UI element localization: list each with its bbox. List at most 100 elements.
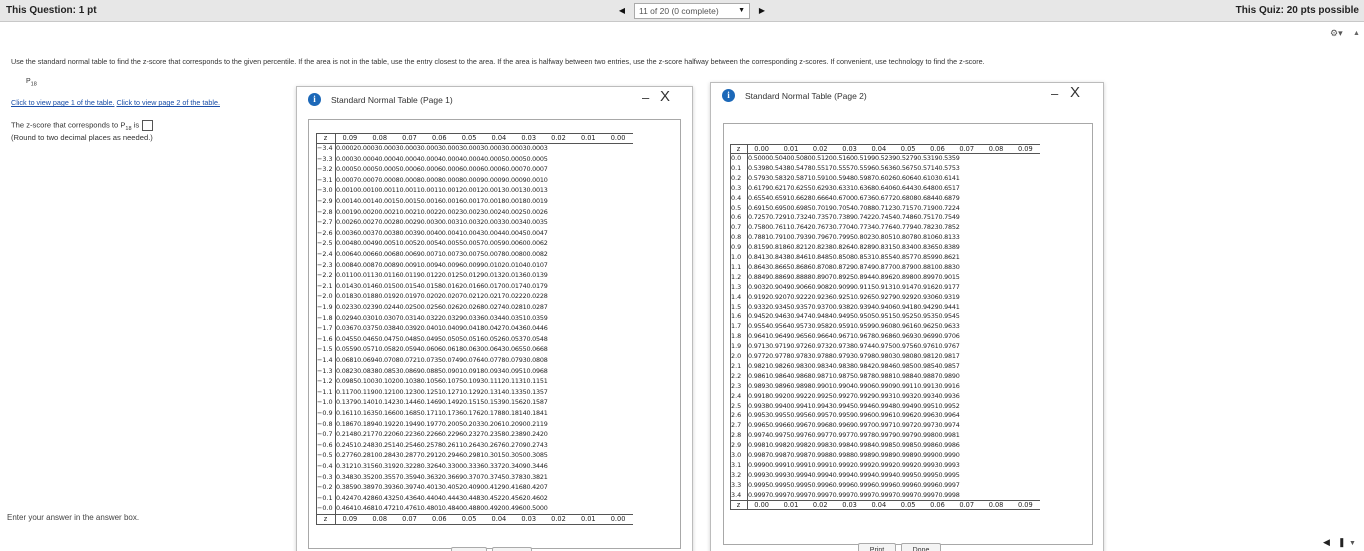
table-row-z: −3.4: [317, 144, 333, 152]
header-col-7: 0.03: [521, 134, 537, 142]
top-bar: This Question: 1 pt ◀ 11 of 20 (0 comple…: [0, 0, 1364, 22]
header-col-6: 0.05: [900, 145, 916, 153]
header-col-10: 0.00: [610, 134, 626, 142]
table-row-z: −2.7: [317, 218, 333, 227]
table-row-values: 0.31210.31560.31920.32280.32640.33000.33…: [336, 462, 548, 470]
table-row-values: 0.69150.69500.69850.70190.70540.70880.71…: [748, 203, 960, 212]
table-row-values: 0.99970.99970.99970.99970.99970.99970.99…: [748, 490, 960, 499]
caret-down-icon: ▼: [738, 7, 745, 14]
table-row-z: −2.3: [317, 260, 333, 269]
answer-prompt-suffix: is: [131, 120, 140, 130]
header-col-1: 0.00: [754, 145, 769, 153]
minimize-button[interactable]: –: [642, 90, 649, 105]
view-table-page-2-link[interactable]: Click to view page 2 of the table.: [116, 98, 219, 107]
dialog-button-right[interactable]: [492, 547, 532, 551]
table-row-values: 0.78810.79100.79390.79670.79950.80230.80…: [748, 233, 960, 242]
print-button[interactable]: Print: [858, 543, 896, 551]
question-progress-dropdown[interactable]: 11 of 20 (0 complete) ▼: [634, 3, 750, 19]
table-row-z: 0.0: [731, 154, 742, 162]
table-row-z: 3.4: [731, 490, 742, 499]
close-button[interactable]: X: [660, 88, 670, 105]
done-button[interactable]: Done: [901, 543, 941, 551]
footer-col-4: 0.03: [842, 500, 857, 509]
table-row-values: 0.01430.01460.01500.01540.01580.01620.01…: [336, 281, 548, 290]
table-row-values: 0.53980.54380.54780.55170.55570.55960.56…: [748, 163, 960, 172]
table-row-values: 0.81590.81860.82120.82380.82640.82890.83…: [748, 243, 960, 252]
header-col-3: 0.02: [812, 145, 828, 153]
table-row-z: −0.0: [317, 504, 333, 513]
table-row-values: 0.00840.00870.00890.00910.00940.00960.00…: [336, 260, 548, 269]
table-row-z: −0.1: [317, 493, 333, 502]
table-row-z: 2.9: [731, 441, 742, 450]
table-links: Click to view page 1 of the table. Click…: [11, 98, 220, 107]
scroll-up-icon[interactable]: ▲: [1353, 30, 1360, 37]
table-row-values: 0.08230.08380.08530.08690.08850.09010.09…: [336, 366, 548, 375]
table-row-z: −0.3: [317, 472, 333, 481]
table-row-values: 0.97720.97780.97830.97880.97930.97980.98…: [748, 352, 960, 360]
table-row-z: 2.0: [731, 352, 742, 360]
table-row-values: 0.99930.99930.99940.99940.99940.99940.99…: [748, 470, 960, 479]
answer-prompt-prefix: The z-score that corresponds to P: [11, 120, 126, 130]
table-row-z: −1.0: [317, 398, 333, 407]
previous-question-button[interactable]: ◀: [612, 3, 632, 19]
header-col-5: 0.05: [461, 134, 477, 142]
table-row-z: 1.3: [731, 282, 742, 291]
quiz-points-label: This Quiz: 20 pts possible: [1235, 5, 1359, 16]
table-row-values: 0.46410.46810.47210.47610.48010.48400.48…: [336, 504, 548, 513]
table-row-z: −3.3: [317, 154, 333, 163]
nav-dropdown-icon[interactable]: ▼: [1349, 540, 1356, 547]
close-button[interactable]: X: [1070, 84, 1080, 101]
question-instructions: Use the standard normal table to find th…: [11, 57, 985, 66]
header-col-2: 0.08: [372, 134, 388, 142]
table-row-z: 1.8: [731, 332, 742, 341]
header-col-6: 0.04: [491, 134, 507, 142]
table-row-z: −3.1: [317, 175, 333, 184]
view-table-page-1-link[interactable]: Click to view page 1 of the table.: [11, 98, 114, 107]
table-row-z: 2.5: [731, 401, 742, 410]
footer-col-8: 0.07: [959, 500, 975, 509]
footer-col-7: 0.03: [521, 515, 537, 523]
standard-normal-table-page2: z 0.00 0.01 0.02 0.03 0.04 0.05 0.06 0.07 0.08 0.0…: [730, 144, 1046, 524]
table-scroll-frame[interactable]: z 0.00 0.01 0.02 0.03 0.04 0.05 0.06 0.07 0.08 0.0…: [723, 123, 1093, 545]
header-col-5: 0.04: [871, 145, 887, 153]
table-row-values: 0.27760.28100.28430.28770.29120.29460.29…: [336, 451, 548, 460]
table-row-z: 1.9: [731, 342, 742, 351]
nav-left-icon[interactable]: ◀: [1323, 537, 1330, 548]
answer-prompt: The z-score that corresponds to P18 is: [11, 120, 154, 132]
table-row-z: −1.6: [317, 334, 333, 343]
answer-input[interactable]: [142, 120, 154, 131]
table-scroll-frame[interactable]: z 0.09 0.08 0.07 0.06 0.05 0.04 0.03 0.02 0.01 0.0…: [308, 119, 681, 549]
table-row-values: 0.00190.00200.00210.00210.00220.00230.00…: [336, 207, 548, 216]
table-row-values: 0.00480.00490.00510.00520.00540.00550.00…: [336, 239, 548, 248]
table-row-values: 0.93320.93450.93570.93700.93820.93940.94…: [748, 302, 960, 311]
table-row-z: 1.7: [731, 322, 742, 331]
percentile-subscript: 18: [30, 81, 37, 88]
minimize-button[interactable]: –: [1051, 86, 1058, 101]
dialog-button-left[interactable]: [451, 547, 487, 551]
table-row-z: 1.6: [731, 312, 742, 321]
footer-col-10: 0.09: [1017, 500, 1033, 509]
header-col-9: 0.08: [988, 145, 1004, 153]
rounding-note: (Round to two decimal places as needed.): [11, 133, 153, 142]
table-row-values: 0.06810.06940.07080.07210.07350.07490.07…: [336, 356, 548, 364]
footer-col-1: 0.09: [342, 515, 358, 523]
table-row-values: 0.00100.00100.00110.00110.00110.00120.00…: [336, 186, 548, 195]
next-question-button[interactable]: ▶: [752, 3, 772, 19]
gear-icon[interactable]: ⚙▾: [1330, 28, 1343, 39]
table-row-values: 0.99900.99910.99910.99910.99920.99920.99…: [748, 460, 960, 469]
table-row-z: −1.2: [317, 377, 333, 386]
footer-col-5: 0.04: [871, 500, 887, 509]
header-col-0: z: [323, 134, 328, 142]
footer-col-0: z: [736, 500, 741, 509]
progress-text: 11 of 20 (0 complete): [639, 6, 719, 16]
table-row-values: 0.21480.21770.22060.22360.22660.22960.23…: [336, 430, 548, 439]
table-row-z: 3.3: [731, 480, 742, 489]
footer-col-3: 0.02: [812, 500, 828, 509]
nav-divider-icon[interactable]: ❚: [1338, 537, 1346, 548]
table-row-values: 0.61790.62170.62550.62930.63310.63680.64…: [748, 183, 960, 192]
table-row-z: 2.2: [731, 371, 742, 380]
table-row-z: −0.4: [317, 462, 333, 470]
table-row-values: 0.99740.99750.99760.99770.99770.99780.99…: [748, 431, 960, 440]
table-row-values: 0.01100.01130.01160.01190.01220.01250.01…: [336, 271, 548, 280]
table-row-values: 0.96410.96490.96560.96640.96710.96780.96…: [748, 332, 960, 341]
